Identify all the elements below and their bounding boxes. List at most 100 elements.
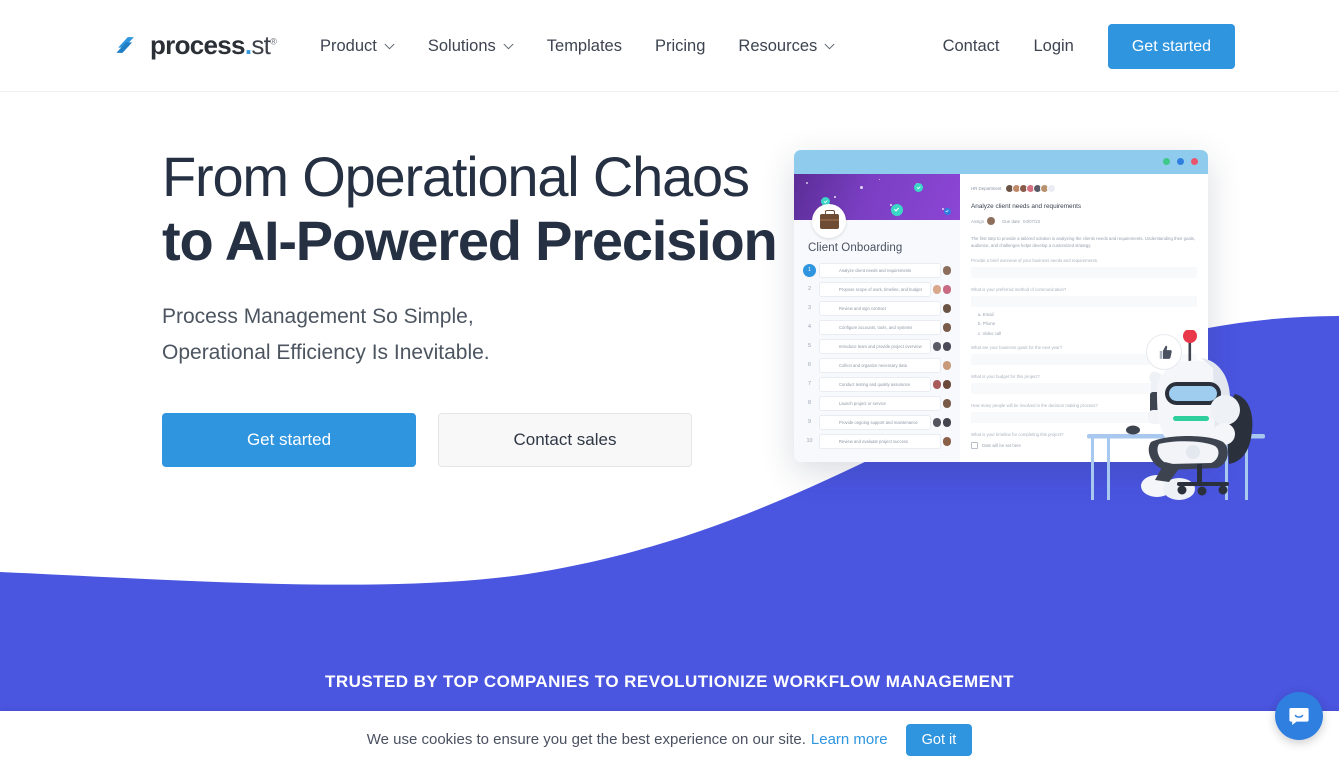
task-box: Configure accounts, tools, and systems	[819, 319, 941, 335]
page-title: From Operational Chaos to AI-Powered Pre…	[162, 145, 782, 273]
task-row[interactable]: 3 Review and sign contract	[803, 300, 951, 317]
task-number: 6	[808, 362, 811, 369]
nav-label: Resources	[738, 36, 818, 55]
thumbs-up-icon	[1159, 345, 1172, 359]
task-number: 5	[808, 343, 811, 350]
task-box: Review and evaluate project success	[819, 433, 941, 449]
task-row[interactable]: 9 Provide ongoing support and maintenanc…	[803, 414, 951, 431]
task-number: 9	[808, 419, 811, 426]
workflow-title: Client Onboarding	[808, 242, 903, 254]
task-box: Conduct testing and quality assurance	[819, 376, 931, 392]
task-box: Introduce team and provide project overv…	[819, 338, 931, 354]
task-avatars	[942, 437, 951, 446]
nav-item-resources[interactable]: Resources	[738, 29, 835, 64]
task-label: Launch project or service	[839, 400, 886, 406]
chevron-down-icon	[384, 43, 395, 49]
task-label: Review and sign contract	[839, 305, 886, 311]
department-label: HR Department	[971, 186, 1002, 191]
option-email[interactable]: a. Email	[971, 312, 1197, 317]
task-box: Collect and organize necessary data	[819, 357, 941, 373]
date-placeholder: Date will be set here	[982, 442, 1021, 448]
robot-illustration	[1087, 330, 1265, 500]
nav-item-pricing[interactable]: Pricing	[655, 29, 705, 64]
contact-link[interactable]: Contact	[943, 37, 1000, 56]
option-phone[interactable]: b. Phone	[971, 321, 1197, 326]
check-badge-icon	[944, 208, 951, 215]
task-row[interactable]: 1 Analyze client needs and requirements	[803, 262, 951, 279]
check-badge-icon	[891, 204, 903, 216]
headline-line-2: to AI-Powered Precision	[162, 209, 778, 272]
chevron-down-icon	[824, 43, 835, 49]
window-controls	[1163, 158, 1198, 165]
detail-header: HR Department	[971, 184, 1197, 193]
task-row[interactable]: 8 Launch project or service	[803, 395, 951, 412]
cookie-consent-bar: We use cookies to ensure you get the bes…	[0, 711, 1339, 768]
task-number: 1	[803, 263, 816, 277]
task-row[interactable]: 7 Conduct testing and quality assurance	[803, 376, 951, 393]
task-list: 1 Analyze client needs and requirements …	[794, 262, 960, 450]
subtitle-line-2: Operational Efficiency Is Inevitable.	[162, 341, 490, 364]
task-row[interactable]: 10 Review and evaluate project success	[803, 433, 951, 450]
nav-label: Templates	[546, 36, 622, 55]
assign-chip[interactable]: Assign	[971, 217, 996, 225]
cookie-learn-more-link[interactable]: Learn more	[811, 731, 888, 748]
login-link[interactable]: Login	[1033, 37, 1073, 56]
detail-paragraph-1: The first step to provide a tailored sol…	[971, 236, 1196, 248]
task-avatars	[942, 361, 951, 370]
window-dot-red	[1191, 158, 1198, 165]
nav-label: Pricing	[654, 36, 706, 55]
trusted-banner: TRUSTED BY TOP COMPANIES TO REVOLUTIONIZ…	[325, 672, 1014, 691]
task-number: 2	[808, 286, 811, 293]
task-row[interactable]: 5 Introduce team and provide project ove…	[803, 338, 951, 355]
task-avatars	[942, 266, 951, 275]
task-avatars	[932, 285, 951, 294]
task-avatars	[932, 342, 951, 351]
logo-suffix: st	[251, 30, 271, 60]
due-date-chip[interactable]: Due date 04/07/23	[1002, 219, 1040, 224]
member-avatars	[1004, 184, 1056, 193]
nav-label: Product	[320, 36, 377, 55]
landing-page: process.st® Product Solutions Templates …	[0, 0, 1339, 768]
task-label: Propose scope of work, timeline, and bud…	[839, 286, 922, 292]
task-number: 4	[808, 324, 811, 331]
task-avatars	[942, 323, 951, 332]
chat-launcher-button[interactable]	[1275, 692, 1323, 740]
nav-item-product[interactable]: Product	[320, 29, 395, 64]
detail-paragraph-2: Provide a brief overview of your busines…	[971, 258, 1099, 263]
nav-item-templates[interactable]: Templates	[547, 29, 622, 64]
main-navigation: Product Solutions Templates Pricing Reso…	[320, 0, 835, 92]
mockup-titlebar	[794, 150, 1208, 174]
task-row[interactable]: 6 Collect and organize necessary data	[803, 357, 951, 374]
task-avatars	[932, 380, 951, 389]
task-avatars	[942, 304, 951, 313]
hero-get-started-button[interactable]: Get started	[162, 413, 416, 467]
detail-input-1[interactable]	[971, 267, 1197, 278]
process-st-logo-icon	[116, 37, 134, 53]
nav-item-solutions[interactable]: Solutions	[428, 29, 514, 64]
detail-input-2[interactable]	[971, 296, 1197, 307]
header-get-started-button[interactable]: Get started	[1107, 23, 1235, 69]
hero-contact-sales-button[interactable]: Contact sales	[438, 413, 692, 467]
task-label: Configure accounts, tools, and systems	[839, 324, 913, 330]
task-number: 8	[808, 400, 811, 407]
subtitle-line-1: Process Management So Simple,	[162, 305, 474, 328]
cookie-message: We use cookies to ensure you get the bes…	[366, 731, 806, 748]
detail-meta-row: Assign Due date 04/07/23	[971, 217, 1197, 225]
briefcase-icon	[819, 209, 839, 229]
task-avatars	[942, 399, 951, 408]
task-box: Analyze client needs and requirements	[819, 262, 941, 278]
logo-wordmark: process.st®	[150, 30, 277, 60]
cookie-accept-button[interactable]: Got it	[905, 723, 973, 756]
nav-label: Solutions	[427, 36, 496, 55]
task-box: Provide ongoing support and maintenance	[819, 414, 931, 430]
window-dot-blue	[1177, 158, 1184, 165]
task-row[interactable]: 4 Configure accounts, tools, and systems	[803, 319, 951, 336]
site-header: process.st® Product Solutions Templates …	[0, 0, 1339, 92]
hero-content: From Operational Chaos to AI-Powered Pre…	[162, 145, 782, 467]
workflow-avatar	[812, 204, 846, 238]
task-number: 3	[808, 305, 811, 312]
assign-label: Assign	[971, 218, 985, 224]
logo[interactable]: process.st®	[112, 30, 277, 60]
task-row[interactable]: 2 Propose scope of work, timeline, and b…	[803, 281, 951, 298]
registered-mark: ®	[270, 36, 277, 47]
